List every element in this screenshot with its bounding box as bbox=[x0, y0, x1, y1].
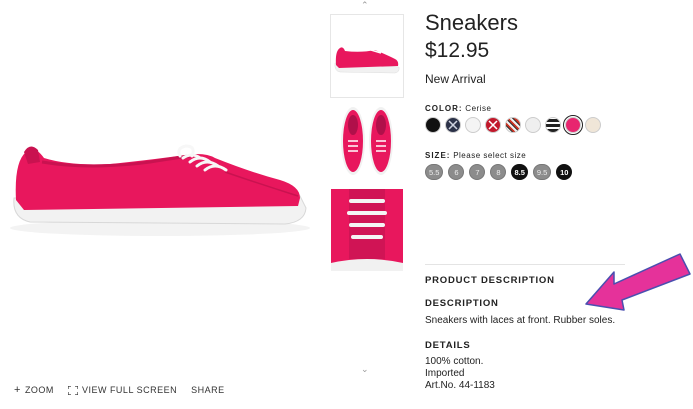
color-label: COLOR: bbox=[425, 104, 463, 113]
product-description-heading[interactable]: PRODUCT DESCRIPTION bbox=[425, 275, 555, 286]
color-swatch-white[interactable] bbox=[465, 117, 481, 133]
thumbnail-top-view[interactable] bbox=[330, 100, 404, 185]
color-swatch-red-pattern[interactable] bbox=[485, 117, 501, 133]
chevron-up-icon[interactable]: ⌃ bbox=[361, 0, 369, 11]
size-option-5-5[interactable]: 5.5 bbox=[425, 164, 444, 180]
product-main-image[interactable] bbox=[0, 100, 320, 250]
zoom-button[interactable]: + ZOOM bbox=[14, 383, 54, 396]
share-button[interactable]: SHARE bbox=[191, 385, 225, 395]
details-item: Art.No. 44-1183 bbox=[425, 380, 495, 391]
size-options: 5.5 6 7 8 8.5 9.5 10 bbox=[425, 164, 573, 180]
annotation-arrow bbox=[585, 253, 691, 311]
size-prompt: Please select size bbox=[453, 151, 527, 160]
color-swatch-black[interactable] bbox=[425, 117, 441, 133]
expand-icon bbox=[67, 385, 78, 395]
view-full-screen-button[interactable]: VIEW FULL SCREEN bbox=[67, 385, 178, 395]
color-swatch-print-pattern[interactable] bbox=[505, 117, 521, 133]
color-swatch-black-white-stripe[interactable] bbox=[545, 117, 561, 133]
details-item: Imported bbox=[425, 368, 465, 379]
color-swatch-light-grey[interactable] bbox=[525, 117, 541, 133]
size-option-9-5[interactable]: 9.5 bbox=[532, 164, 552, 180]
selected-color: Cerise bbox=[465, 104, 492, 113]
color-swatch-floral[interactable] bbox=[585, 117, 601, 133]
size-option-8[interactable]: 8 bbox=[490, 164, 507, 180]
size-option-6[interactable]: 6 bbox=[448, 164, 465, 180]
color-label-row: COLOR: Cerise bbox=[425, 104, 491, 113]
view-full-screen-label: VIEW FULL SCREEN bbox=[81, 385, 178, 395]
image-toolbar: + ZOOM VIEW FULL SCREEN SHARE bbox=[14, 383, 225, 396]
details-item: 100% cotton. bbox=[425, 356, 484, 367]
size-label: SIZE: bbox=[425, 151, 451, 160]
color-swatch-navy-pattern[interactable] bbox=[445, 117, 461, 133]
size-option-8-5[interactable]: 8.5 bbox=[511, 164, 528, 180]
size-option-10[interactable]: 10 bbox=[556, 164, 573, 180]
share-label: SHARE bbox=[191, 385, 225, 395]
plus-icon: + bbox=[14, 383, 21, 396]
color-swatches bbox=[425, 115, 601, 135]
description-heading: DESCRIPTION bbox=[425, 298, 499, 309]
new-arrival-badge: New Arrival bbox=[425, 72, 486, 86]
thumbnail-lace-detail[interactable] bbox=[330, 188, 404, 272]
size-option-7[interactable]: 7 bbox=[469, 164, 486, 180]
details-list: 100% cotton. Imported Art.No. 44-1183 bbox=[425, 356, 495, 392]
product-title: Sneakers bbox=[425, 10, 518, 35]
zoom-label: ZOOM bbox=[24, 385, 54, 395]
details-heading: DETAILS bbox=[425, 340, 471, 351]
chevron-down-icon[interactable]: ⌄ bbox=[361, 364, 369, 375]
product-price: $12.95 bbox=[425, 39, 490, 62]
thumbnail-side-view[interactable] bbox=[330, 14, 404, 98]
size-label-row: SIZE: Please select size bbox=[425, 151, 526, 160]
description-text: Sneakers with laces at front. Rubber sol… bbox=[425, 315, 616, 326]
color-swatch-cerise[interactable] bbox=[563, 115, 583, 135]
